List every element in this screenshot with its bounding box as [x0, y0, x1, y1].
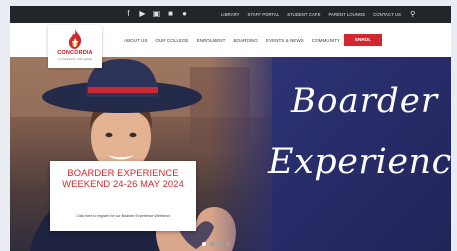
- carousel-dot-3[interactable]: [218, 242, 222, 246]
- logo-subtitle: LUTHERAN COLLEGE: [58, 57, 92, 61]
- main-nav: ABOUT US OUR COLLEGE ENROLMENT BOARDING …: [124, 37, 340, 44]
- promo-register-link[interactable]: Click here to register for our Boarder E…: [54, 214, 192, 219]
- website-frame: f ▶ ▣ ■ ● LIBRARY STAFF PORTAL STUDENT C…: [10, 6, 451, 251]
- apple-icon[interactable]: ●: [180, 9, 189, 19]
- utility-link-parent-lounge[interactable]: PARENT LOUNGE: [328, 11, 365, 18]
- hero-banner: Boarder Experience BOARDER EXPERIENCE WE…: [10, 57, 451, 251]
- college-logo[interactable]: CONCORDIA LUTHERAN COLLEGE: [48, 25, 102, 68]
- carousel-dot-4[interactable]: [226, 242, 230, 246]
- nav-item-boarding[interactable]: BOARDING: [233, 37, 258, 44]
- carousel-dot-1[interactable]: [202, 242, 206, 246]
- facebook-icon[interactable]: f: [124, 9, 133, 19]
- utility-links: LIBRARY STAFF PORTAL STUDENT CAFE PARENT…: [221, 11, 415, 18]
- carousel-dots: [202, 242, 230, 246]
- nav-item-enrolment[interactable]: ENROLMENT: [197, 37, 226, 44]
- nav-item-events-news[interactable]: EVENTS & NEWS: [266, 37, 304, 44]
- utility-bar: f ▶ ▣ ■ ● LIBRARY STAFF PORTAL STUDENT C…: [10, 6, 451, 23]
- carousel-dot-2[interactable]: [210, 242, 214, 246]
- utility-link-student-cafe[interactable]: STUDENT CAFE: [287, 11, 320, 18]
- utility-link-contact-us[interactable]: CONTACT US: [373, 11, 401, 18]
- promo-title: BOARDER EXPERIENCE WEEKEND 24-26 MAY 202…: [62, 167, 184, 189]
- youtube-icon[interactable]: ▶: [138, 9, 147, 19]
- hero-script-title-line-1: Boarder: [291, 81, 439, 121]
- nav-item-our-college[interactable]: OUR COLLEGE: [155, 37, 188, 44]
- nav-item-community[interactable]: COMMUNITY: [312, 37, 340, 44]
- site-header: CONCORDIA LUTHERAN COLLEGE ABOUT US OUR …: [10, 23, 451, 68]
- promo-card[interactable]: BOARDER EXPERIENCE WEEKEND 24-26 MAY 202…: [50, 161, 196, 231]
- nav-item-about-us[interactable]: ABOUT US: [124, 37, 147, 44]
- flame-emblem-icon: [68, 29, 82, 49]
- social-links: f ▶ ▣ ■ ●: [124, 9, 189, 19]
- search-icon[interactable]: ⚲: [410, 11, 415, 18]
- hero-script-title-line-2: Experience: [268, 142, 451, 182]
- linkedin-icon[interactable]: ■: [166, 9, 175, 19]
- logo-name: CONCORDIA: [57, 50, 93, 56]
- instagram-icon[interactable]: ▣: [152, 9, 161, 19]
- utility-link-staff-portal[interactable]: STAFF PORTAL: [248, 11, 280, 18]
- utility-link-library[interactable]: LIBRARY: [221, 11, 240, 18]
- enrol-button[interactable]: ENROL: [344, 34, 382, 46]
